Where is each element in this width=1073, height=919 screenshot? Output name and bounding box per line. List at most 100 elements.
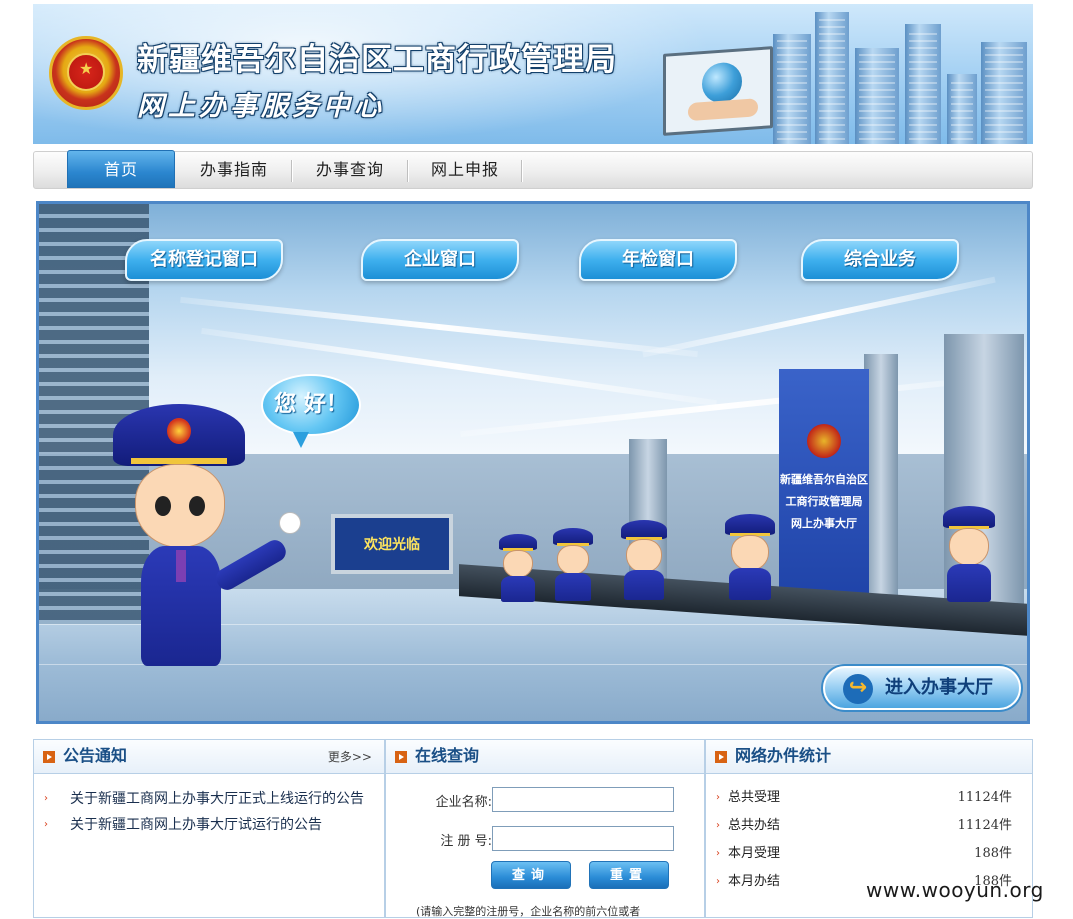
service-hall-scene: 欢迎光临 新疆维吾尔自治区 工商行政管理局 网上办事大厅 您 好！ 名称登记窗口… bbox=[36, 201, 1030, 724]
reset-button[interactable]: 重置 bbox=[589, 861, 669, 889]
tie bbox=[176, 550, 186, 582]
emblem-center: ★ bbox=[67, 53, 105, 91]
company-name-row: 企业名称: bbox=[386, 787, 706, 813]
stat-value: 11124件 bbox=[957, 790, 1012, 805]
bullet-icon: › bbox=[716, 848, 720, 859]
building bbox=[905, 24, 941, 144]
building bbox=[773, 34, 811, 144]
notice-item-text[interactable]: 关于新疆工商网上办事大厅正式上线运行的公告 bbox=[70, 791, 364, 807]
nav-home[interactable]: 首页 bbox=[67, 150, 175, 188]
curved-arrow-icon: ↪ bbox=[843, 674, 873, 704]
bullet-icon: › bbox=[716, 820, 720, 831]
main-nav: 首页 办事指南 办事查询 网上申报 bbox=[33, 150, 1033, 189]
enter-hall-label: 进入办事大厅 bbox=[885, 677, 993, 698]
bullet-icon: › bbox=[44, 793, 48, 804]
bullet-icon: › bbox=[44, 819, 48, 830]
stats-title: 网络办件统计 bbox=[735, 746, 832, 765]
uniform bbox=[501, 576, 535, 602]
cap bbox=[943, 506, 995, 528]
bullet-icon: › bbox=[716, 792, 720, 803]
star-icon: ★ bbox=[79, 59, 94, 78]
white-glove bbox=[279, 512, 301, 534]
notice-panel: 公告通知 更多>> › 关于新疆工商网上办事大厅正式上线运行的公告 › 关于新疆工商… bbox=[33, 739, 385, 918]
query-title: 在线查询 bbox=[415, 746, 480, 765]
watermark: www.wooyun.org bbox=[866, 878, 1044, 902]
site-subtitle: 网上办事服务中心 bbox=[137, 91, 385, 122]
eye bbox=[155, 496, 171, 516]
window-general-business[interactable]: 综合业务 bbox=[801, 239, 959, 281]
nav-divider bbox=[521, 160, 523, 182]
notice-item[interactable]: › 关于新疆工商网上办事大厅试运行的公告 bbox=[42, 812, 384, 838]
reg-number-label: 注 册 号: bbox=[440, 834, 492, 849]
hand-icon bbox=[688, 98, 758, 122]
greeting-bubble: 您 好！ bbox=[261, 374, 361, 448]
city-skyline-image bbox=[763, 4, 1033, 144]
section-arrow-icon bbox=[715, 751, 727, 763]
monitor-globe-icon bbox=[663, 46, 773, 136]
face bbox=[503, 550, 533, 578]
window-enterprise[interactable]: 企业窗口 bbox=[361, 239, 519, 281]
hall-sign-line: 工商行政管理局 bbox=[785, 495, 863, 508]
building bbox=[855, 48, 899, 144]
site-title: 新疆维吾尔自治区工商行政管理局 bbox=[137, 42, 617, 78]
window-name-registration[interactable]: 名称登记窗口 bbox=[125, 239, 283, 281]
query-hint: (请输入完整的注册号，企业名称的前六位或者 bbox=[416, 905, 641, 918]
hall-pillar bbox=[864, 354, 898, 604]
face bbox=[557, 545, 589, 575]
notice-list: › 关于新疆工商网上办事大厅正式上线运行的公告 › 关于新疆工商网上办事大厅试运行的… bbox=[34, 774, 384, 838]
nav-query[interactable]: 办事查询 bbox=[293, 152, 407, 188]
stat-label: 本月办结 bbox=[728, 874, 781, 889]
face bbox=[626, 539, 662, 573]
nav-declare[interactable]: 网上申报 bbox=[409, 152, 521, 188]
bullet-icon: › bbox=[716, 876, 720, 887]
window-annual-inspection[interactable]: 年检窗口 bbox=[579, 239, 737, 281]
query-panel-header: 在线查询 bbox=[386, 740, 704, 774]
uniform bbox=[947, 564, 991, 602]
stat-value: 188件 bbox=[974, 846, 1012, 861]
query-panel: 在线查询 企业名称: 注 册 号: 查询 重置 (请输入完整的注册号，企业名称的… bbox=[385, 739, 705, 918]
notice-item[interactable]: › 关于新疆工商网上办事大厅正式上线运行的公告 bbox=[42, 786, 384, 812]
nav-guide[interactable]: 办事指南 bbox=[177, 152, 291, 188]
company-name-label: 企业名称: bbox=[435, 795, 492, 810]
face bbox=[949, 528, 989, 566]
notice-title: 公告通知 bbox=[63, 746, 128, 765]
stat-value: 11124件 bbox=[957, 818, 1012, 833]
national-emblem-icon: ★ bbox=[49, 36, 123, 110]
building bbox=[981, 42, 1027, 144]
notice-more-link[interactable]: 更多>> bbox=[328, 741, 372, 773]
hall-sign-line: 新疆维吾尔自治区 bbox=[780, 473, 868, 486]
face bbox=[731, 535, 769, 571]
reg-number-row: 注 册 号: bbox=[386, 826, 706, 852]
stat-label: 本月受理 bbox=[728, 846, 781, 861]
uniform bbox=[729, 568, 771, 600]
building bbox=[947, 74, 977, 144]
uniform bbox=[624, 570, 664, 600]
reg-number-input[interactable] bbox=[492, 826, 674, 851]
cap bbox=[725, 514, 775, 535]
stat-row: › 总共办结 11124件 bbox=[716, 812, 1032, 840]
search-button[interactable]: 查询 bbox=[491, 861, 571, 889]
stat-row: › 本月受理 188件 bbox=[716, 840, 1032, 868]
notice-item-text[interactable]: 关于新疆工商网上办事大厅试运行的公告 bbox=[70, 817, 322, 833]
enter-hall-button[interactable]: ↪ 进入办事大厅 bbox=[823, 666, 1021, 710]
globe-icon bbox=[702, 61, 742, 105]
building bbox=[815, 12, 849, 144]
uniform bbox=[555, 573, 591, 601]
stat-row: › 总共受理 11124件 bbox=[716, 784, 1032, 812]
section-arrow-icon bbox=[395, 751, 407, 763]
face bbox=[135, 464, 225, 548]
hall-sign-line: 网上办事大厅 bbox=[791, 517, 857, 530]
stats-panel-header: 网络办件统计 bbox=[706, 740, 1032, 774]
stat-label: 总共办结 bbox=[728, 818, 781, 833]
emblem-icon bbox=[807, 424, 841, 458]
notice-panel-header: 公告通知 更多>> bbox=[34, 740, 384, 774]
hall-sign-panel: 新疆维吾尔自治区 工商行政管理局 网上办事大厅 bbox=[779, 369, 869, 599]
header-banner: ★ 新疆维吾尔自治区工商行政管理局 网上办事服务中心 bbox=[33, 4, 1033, 144]
stat-label: 总共受理 bbox=[728, 790, 781, 805]
company-name-input[interactable] bbox=[492, 787, 674, 812]
page: ★ 新疆维吾尔自治区工商行政管理局 网上办事服务中心 首页 办事指南 办事查询 … bbox=[33, 4, 1033, 918]
section-arrow-icon bbox=[43, 751, 55, 763]
cap-badge-icon bbox=[167, 418, 191, 444]
eye bbox=[189, 496, 205, 516]
welcome-screen: 欢迎光临 bbox=[331, 514, 453, 574]
